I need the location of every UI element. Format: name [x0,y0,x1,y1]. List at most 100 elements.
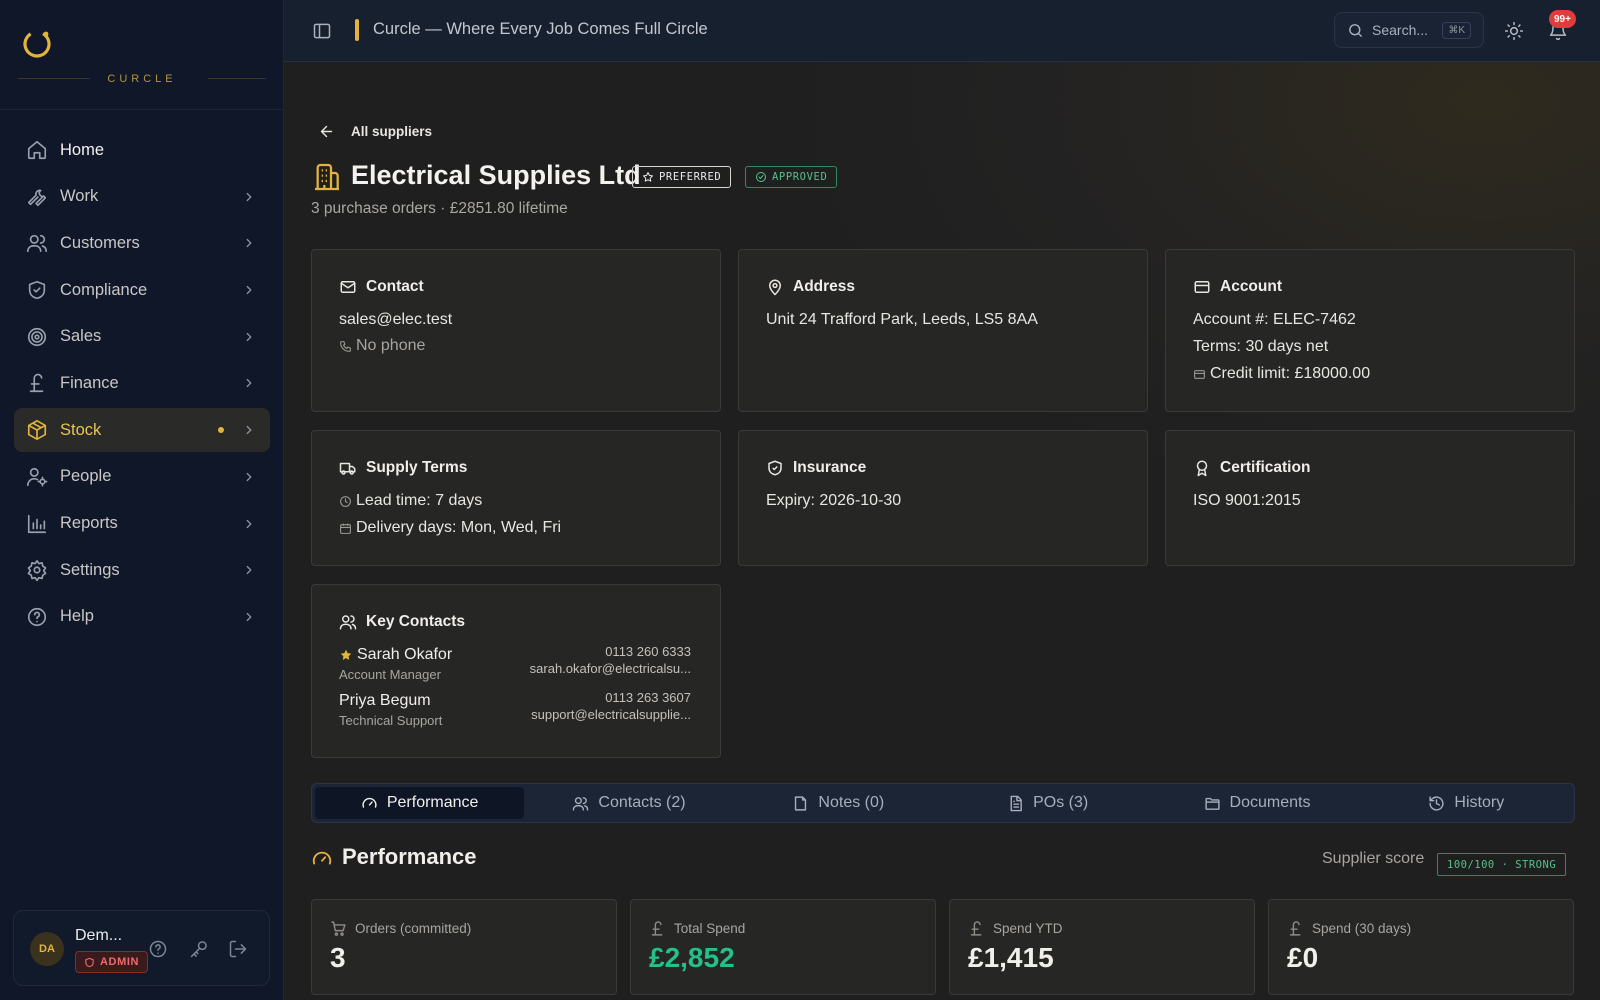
stat-value: £0 [1287,942,1319,973]
card-title-text: Insurance [793,459,867,476]
wordmark: CURCLE [107,73,177,85]
account-card: Account Account #: ELEC-7462 Terms: 30 d… [1165,249,1575,412]
credit-card-icon [1193,368,1206,381]
sidebar-item-label: Customers [60,233,140,252]
active-dot [218,427,224,434]
tab-history[interactable]: History [1362,787,1571,819]
card-title: Account [1193,278,1282,296]
stat-value: £2,852 [649,942,735,973]
sidebar-item-people[interactable]: People [14,455,270,499]
clock-icon [339,495,352,508]
supplier-tabs: Performance Contacts (2) Notes (0) POs (… [311,783,1575,823]
delivery-days: Delivery days: Mon, Wed, Fri [339,519,561,537]
help-circle-icon[interactable] [148,939,168,959]
sidebar-item-label: Settings [60,560,120,579]
stat-label-text: Spend (30 days) [1312,921,1412,936]
tab-contacts[interactable]: Contacts (2) [524,787,733,819]
tab-notes[interactable]: Notes (0) [734,787,943,819]
stat-label: Spend YTD [968,920,1063,937]
logout-icon[interactable] [228,939,248,959]
preferred-badge: PREFERRED [632,166,732,188]
sidebar: CURCLE Home Work Customers Compliance Sa… [0,0,284,1000]
sidebar-item-sales[interactable]: Sales [14,315,270,359]
check-circle-icon [755,171,767,183]
sidebar-item-label: Help [60,607,94,626]
person-cog-icon [26,466,48,488]
sidebar-nav: Home Work Customers Compliance Sales Fin… [14,128,270,642]
sidebar-item-reports[interactable]: Reports [14,502,270,546]
shield-icon [26,279,48,301]
page-subtitle: 3 purchase orders · £2851.80 lifetime [311,200,568,217]
key-contact-row[interactable]: Priya Begum Technical Support 0113 263 3… [339,690,691,728]
topbar-title: Curcle — Where Every Job Comes Full Circ… [373,20,708,38]
gear-icon [26,559,48,582]
key-contact-email[interactable]: sarah.okafor@electricalsu... [530,661,691,676]
key-contact-row[interactable]: Sarah Okafor Account Manager 0113 260 63… [339,644,691,682]
chevron-right-icon [242,376,256,390]
sidebar-item-work[interactable]: Work [14,175,270,219]
chevron-right-icon [242,190,256,204]
sidebar-item-finance[interactable]: Finance [14,361,270,405]
star-icon [642,171,654,183]
key-contact-email[interactable]: support@electricalsupplie... [531,707,691,722]
sidebar-toggle-icon[interactable] [312,21,332,41]
curcle-logo-icon[interactable] [20,25,56,61]
users-icon [572,795,589,812]
back-label: All suppliers [351,124,433,139]
back-link[interactable]: All suppliers [318,123,432,140]
box-icon [26,419,48,441]
sidebar-item-label: People [60,467,112,486]
account-credit-limit: Credit limit: £18000.00 [1193,365,1370,383]
arrow-left-icon [318,123,335,140]
stat-label-text: Orders (committed) [355,921,472,936]
stat-total-spend: Total Spend £2,852 [630,899,936,995]
contact-email[interactable]: sales@elec.test [339,311,452,329]
history-icon [1428,795,1445,812]
tab-pos[interactable]: POs (3) [943,787,1152,819]
search-icon [1347,22,1364,39]
avatar[interactable]: DA [30,932,64,966]
key-icon[interactable] [189,939,209,959]
card-title: Key Contacts [339,613,465,631]
stat-spend-ytd: Spend YTD £1,415 [949,899,1255,995]
page-title: Electrical Supplies Ltd [351,160,641,190]
stat-label-text: Spend YTD [993,921,1063,936]
sidebar-item-home[interactable]: Home [14,128,270,172]
building-icon [311,161,343,193]
sidebar-item-settings[interactable]: Settings [14,548,270,592]
chevron-right-icon [242,330,256,344]
target-icon [26,326,48,348]
credit-card-icon [1193,278,1211,296]
document-icon [1007,795,1024,812]
approved-label: APPROVED [772,171,828,183]
sidebar-item-label: Reports [60,514,118,532]
tab-label: POs (3) [1033,794,1089,811]
key-contact-phone[interactable]: 0113 263 3607 [605,690,691,705]
theme-toggle-icon[interactable] [1504,21,1524,41]
sidebar-item-compliance[interactable]: Compliance [14,268,270,312]
certification-value: ISO 9001:2015 [1193,492,1301,509]
tab-label: Performance [386,794,479,811]
tab-documents[interactable]: Documents [1152,787,1361,819]
contact-card: Contact sales@elec.test No phone [311,249,721,412]
key-contacts-card: Key Contacts Sarah Okafor Account Manage… [311,584,721,758]
sidebar-item-stock[interactable]: Stock [14,408,270,453]
chevron-right-icon [242,283,256,297]
search-shortcut: ⌘K [1442,21,1471,39]
supplier-score-badge: 100/100 · STRONG [1437,853,1567,876]
shield-check-icon [766,459,784,477]
topbar: Curcle — Where Every Job Comes Full Circ… [284,0,1600,62]
notification-badge[interactable]: 99+ [1549,10,1576,28]
key-contact-phone[interactable]: 0113 260 6333 [605,644,691,659]
home-icon [26,139,48,161]
sidebar-item-help[interactable]: Help [14,595,270,639]
preferred-label: PREFERRED [659,171,722,183]
bar-chart-icon [26,513,48,535]
search-input[interactable]: Search... ⌘K [1334,12,1484,48]
role-label: ADMIN [100,956,140,968]
chevron-right-icon [242,563,256,577]
sidebar-item-customers[interactable]: Customers [14,221,270,265]
tab-performance[interactable]: Performance [315,787,525,819]
card-title-text: Contact [366,278,424,295]
supply-terms-card: Supply Terms Lead time: 7 days Delivery … [311,430,721,566]
